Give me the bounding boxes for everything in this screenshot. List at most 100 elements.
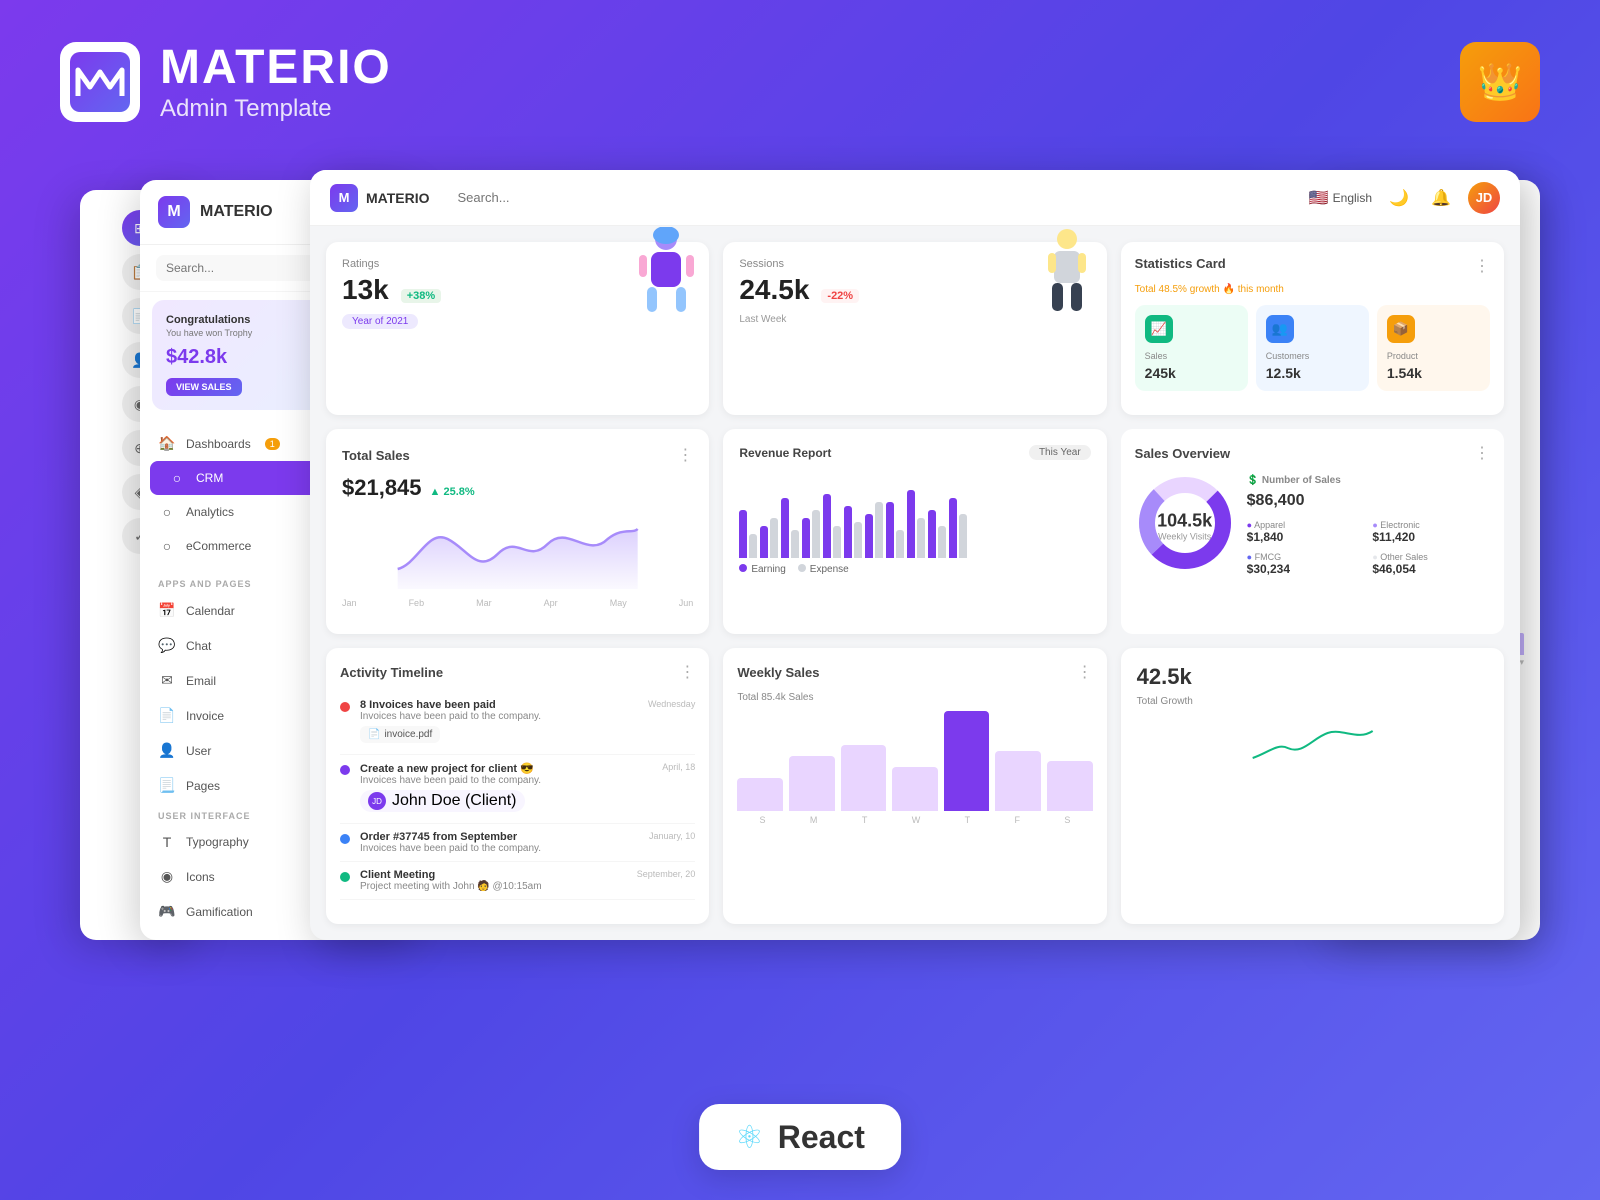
tl-date-3: January, 10 bbox=[649, 831, 695, 843]
language-label: English bbox=[1333, 191, 1372, 205]
tl-content-4: Client Meeting September, 20 Project mee… bbox=[360, 869, 695, 892]
weekly-sales-card: Weekly Sales ⋮ Total 85.4k Sales S M T bbox=[723, 648, 1106, 924]
tl-content-1: 8 Invoices have been paid Wednesday Invo… bbox=[360, 699, 695, 747]
bar-exp-8 bbox=[896, 530, 904, 558]
num-sales-icon: 💲 bbox=[1247, 475, 1259, 486]
bar-exp-1 bbox=[749, 534, 757, 558]
activity-title: Activity Timeline bbox=[340, 665, 443, 680]
sidebar-invoice-label: Invoice bbox=[186, 709, 224, 723]
right-bar-arrow: ▾ bbox=[1519, 657, 1524, 668]
sessions-card: Sessions 24.5k -22% Last Week bbox=[723, 242, 1106, 415]
sidebar-gamification-label: Gamification bbox=[186, 905, 253, 919]
day-t1: T bbox=[862, 815, 868, 825]
revenue-report-title: Revenue Report bbox=[739, 446, 831, 460]
weekly-bar-s2 bbox=[1047, 761, 1093, 811]
donut-chart-container: 104.5k Weekly Visits bbox=[1135, 473, 1235, 578]
congrats-view-sales-button[interactable]: VIEW SALES bbox=[166, 378, 242, 396]
tl-dot-4 bbox=[340, 872, 350, 882]
bar-earn-2 bbox=[760, 526, 768, 558]
bar-earn-6 bbox=[844, 506, 852, 558]
number-of-sales-value: $86,400 bbox=[1247, 492, 1490, 510]
activity-more-icon[interactable]: ⋮ bbox=[679, 662, 695, 682]
tl-user-avatar-2: JD bbox=[368, 792, 386, 810]
user-icon: 👤 bbox=[158, 742, 176, 759]
month-jan: Jan bbox=[342, 598, 357, 608]
sales-overview-title: Sales Overview bbox=[1135, 446, 1230, 461]
tl-user-name-2: John Doe (Client) bbox=[392, 792, 517, 810]
total-sales-more-icon[interactable]: ⋮ bbox=[677, 445, 693, 465]
dashboard-wrapper: ⊞ 📋 📄 👤 ◉ ⊕ ◈ ✓ M MATERIO Congratulation… bbox=[80, 170, 1520, 1070]
tl-file-1: 📄 invoice.pdf bbox=[360, 726, 440, 743]
flag-icon: 🇺🇸 bbox=[1309, 188, 1329, 208]
tl-title-2: Create a new project for client 😎 bbox=[360, 762, 534, 775]
bar-earn-10 bbox=[928, 510, 936, 558]
ratings-value: 13k bbox=[342, 274, 389, 306]
tl-dot-3 bbox=[340, 834, 350, 844]
dark-mode-toggle[interactable]: 🌙 bbox=[1384, 183, 1414, 213]
nav-right-area: 🇺🇸 English 🌙 🔔 JD bbox=[1309, 182, 1500, 214]
tl-user-badge-2: JD John Doe (Client) bbox=[360, 790, 525, 812]
bar-exp-4 bbox=[812, 510, 820, 558]
bar-group-7 bbox=[865, 502, 883, 558]
bar-earn-11 bbox=[949, 498, 957, 558]
crown-badge: 👑 bbox=[1460, 42, 1540, 122]
sidebar-pages-label: Pages bbox=[186, 779, 220, 793]
sidebar-email-label: Email bbox=[186, 674, 216, 688]
donut-area: 104.5k Weekly Visits 💲 Number of Sales $… bbox=[1135, 473, 1490, 578]
weekly-bar-f bbox=[995, 751, 1041, 811]
ratings-card: Ratings 13k +38% Year of 2021 bbox=[326, 242, 709, 415]
other-stat: ● Other Sales $46,054 bbox=[1372, 552, 1490, 576]
stats-more-icon[interactable]: ⋮ bbox=[1474, 256, 1490, 276]
sidebar-brand-name: MATERIO bbox=[200, 203, 273, 221]
day-m: M bbox=[810, 815, 818, 825]
day-f: F bbox=[1014, 815, 1020, 825]
brand-name: MATERIO bbox=[160, 40, 392, 95]
bar-exp-2 bbox=[770, 518, 778, 558]
timeline-item-1: 8 Invoices have been paid Wednesday Invo… bbox=[340, 692, 695, 755]
circle-icon-2: ○ bbox=[158, 504, 176, 520]
bar-group-1 bbox=[739, 510, 757, 558]
total-growth-label: Total Growth bbox=[1137, 696, 1488, 707]
weekly-sales-more-icon[interactable]: ⋮ bbox=[1077, 662, 1093, 682]
nav-logo-area: M MATERIO bbox=[330, 184, 430, 212]
typography-icon: T bbox=[158, 834, 176, 850]
sessions-value: 24.5k bbox=[739, 274, 809, 306]
stat-sales: 📈 Sales 245k bbox=[1135, 305, 1248, 391]
stats-sales-icon: 📈 bbox=[1145, 315, 1173, 343]
nav-language-selector[interactable]: 🇺🇸 English bbox=[1309, 188, 1372, 208]
revenue-legend: Earning Expense bbox=[739, 564, 1090, 575]
month-feb: Feb bbox=[409, 598, 425, 608]
growth-line-chart bbox=[1137, 713, 1488, 763]
cards-icon: ▣ bbox=[158, 938, 176, 940]
bar-exp-9 bbox=[917, 518, 925, 558]
sidebar-cards-label: Cards bbox=[186, 940, 218, 941]
weekly-days-row: S M T W T F S bbox=[737, 815, 1092, 825]
home-icon: 🏠 bbox=[158, 435, 176, 452]
sales-overview-more-icon[interactable]: ⋮ bbox=[1474, 443, 1490, 463]
sidebar-typography-label: Typography bbox=[186, 835, 249, 849]
content-area: Ratings 13k +38% Year of 2021 bbox=[310, 226, 1520, 940]
bar-exp-7 bbox=[875, 502, 883, 558]
bar-earn-4 bbox=[802, 518, 810, 558]
tl-dot-2 bbox=[340, 765, 350, 775]
tl-sub-3: Invoices have been paid to the company. bbox=[360, 843, 695, 854]
notification-bell-icon[interactable]: 🔔 bbox=[1426, 183, 1456, 213]
calendar-icon: 📅 bbox=[158, 602, 176, 619]
timeline-item-3: Order #37745 from September January, 10 … bbox=[340, 824, 695, 862]
electronic-stat: ● Electronic $11,420 bbox=[1372, 520, 1490, 544]
icons-icon: ◉ bbox=[158, 868, 176, 885]
total-sales-card: Total Sales ⋮ $21,845 ▲ 25.8% bbox=[326, 429, 709, 634]
bar-exp-3 bbox=[791, 530, 799, 558]
tl-title-3: Order #37745 from September bbox=[360, 831, 517, 843]
ratings-figure bbox=[629, 227, 704, 322]
user-avatar[interactable]: JD bbox=[1468, 182, 1500, 214]
ratings-change: +38% bbox=[401, 289, 441, 303]
nav-search-input[interactable] bbox=[458, 190, 1293, 205]
total-sales-months: Jan Feb Mar Apr May Jun bbox=[342, 598, 693, 608]
sidebar-analytics-label: Analytics bbox=[186, 505, 234, 519]
weekly-bar-t1 bbox=[841, 745, 887, 811]
activity-timeline-card: Activity Timeline ⋮ 8 Invoices have been… bbox=[326, 648, 709, 924]
brand-header: MATERIO Admin Template bbox=[60, 40, 392, 123]
bar-group-11 bbox=[949, 498, 967, 558]
weekly-bar-t2 bbox=[944, 711, 990, 811]
